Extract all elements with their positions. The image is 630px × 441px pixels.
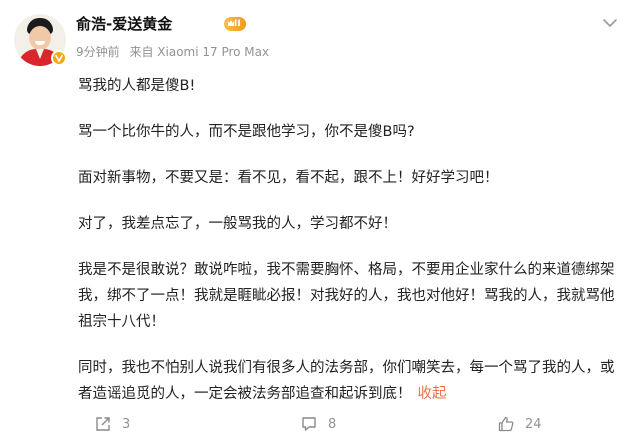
- post-paragraph-text: 同时，我也不怕别人说我们有很多人的法务部，你们嘲笑去，每一个骂了我的人，或者造谣…: [78, 360, 615, 402]
- collapse-link[interactable]: 收起: [418, 386, 447, 402]
- level-badge[interactable]: II: [224, 17, 246, 31]
- comment-count: 8: [328, 416, 337, 432]
- post-body: 骂我的人都是傻B! 骂一个比你牛的人，而不是跟他学习，你不是傻B吗? 面对新事物…: [78, 73, 618, 427]
- post-paragraph: 骂一个比你牛的人，而不是跟他学习，你不是傻B吗?: [78, 124, 415, 140]
- like-count: 24: [525, 416, 542, 432]
- post-paragraph: 对了，我差点忘了，一般骂我的人，学习都不好！: [78, 216, 397, 232]
- post-paragraph: 我是不是很敢说？敢说咋啦，我不需要胸怀、格局，不要用企业家什么的来道德绑架我，绑…: [78, 262, 615, 330]
- share-icon: [96, 417, 110, 431]
- share-button[interactable]: 3: [94, 410, 130, 438]
- comment-icon: [302, 417, 316, 431]
- level-number: II: [234, 19, 241, 29]
- action-bar: 3 8 24: [0, 410, 630, 438]
- post-paragraph: 面对新事物，不要又是：看不见，看不起，跟不上！好好学习吧！: [78, 170, 499, 186]
- post-paragraph-last: 同时，我也不怕别人说我们有很多人的法务部，你们嘲笑去，每一个骂了我的人，或者造谣…: [78, 355, 618, 407]
- chevron-down-icon[interactable]: [599, 12, 621, 34]
- verified-v-icon: [51, 50, 67, 66]
- post-source: 来自 Xiaomi 17 Pro Max: [129, 45, 270, 59]
- like-icon: [498, 416, 514, 432]
- post-meta: 9分钟前 来自 Xiaomi 17 Pro Max: [76, 44, 269, 60]
- post-time: 9分钟前: [76, 45, 120, 59]
- avatar-face: [29, 26, 51, 50]
- comment-button[interactable]: 8: [300, 410, 336, 438]
- author-name[interactable]: 俞浩-爱送黄金: [76, 14, 172, 34]
- share-count: 3: [122, 416, 131, 432]
- post-paragraph: 骂我的人都是傻B!: [78, 78, 196, 94]
- like-button[interactable]: 24: [497, 410, 542, 438]
